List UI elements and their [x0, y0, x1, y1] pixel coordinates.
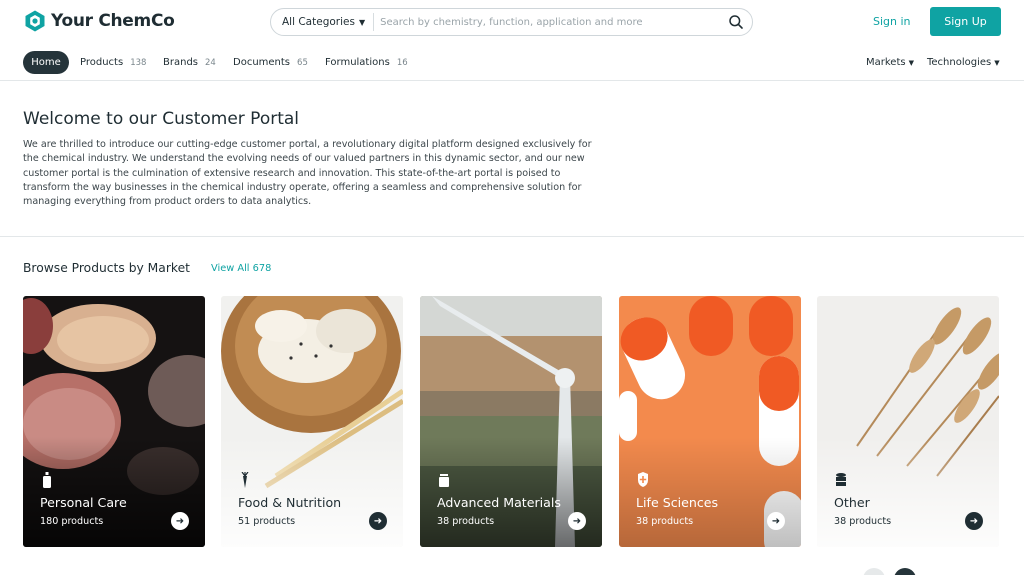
market-product-count: 180 products — [40, 516, 104, 527]
card-overlay — [221, 437, 403, 547]
carousel-next-button[interactable] — [894, 568, 916, 575]
nav-documents-count: 65 — [297, 57, 308, 68]
market-card-advanced-materials[interactable]: Advanced Materials 38 products ➜ — [420, 296, 602, 547]
nav-markets-label: Markets — [866, 57, 906, 68]
search-icon[interactable] — [728, 14, 744, 30]
card-overlay — [817, 437, 999, 547]
category-select[interactable]: All Categories ▼ — [271, 13, 375, 31]
carousel-prev-button[interactable] — [863, 568, 885, 575]
nav-formulations[interactable]: Formulations 16 — [325, 51, 408, 74]
search-bar: All Categories ▼ — [270, 8, 753, 36]
arrow-right-icon[interactable]: ➜ — [568, 512, 586, 530]
browse-markets-heading: Browse Products by Market — [23, 261, 190, 275]
search-input[interactable] — [374, 16, 728, 28]
market-product-count: 38 products — [834, 516, 892, 527]
market-card-food-nutrition[interactable]: Food & Nutrition 51 products ➜ — [221, 296, 403, 547]
sign-in-link[interactable]: Sign in — [873, 15, 911, 28]
nav-formulations-label: Formulations — [325, 57, 390, 68]
logo-mark-icon — [25, 10, 45, 32]
nav-brands-label: Brands — [163, 57, 198, 68]
arrow-right-icon[interactable]: ➜ — [171, 512, 189, 530]
market-product-count: 38 products — [437, 516, 495, 527]
main-nav: Home Products 138 Brands 24 Documents 65… — [0, 51, 1024, 81]
logo-text: Your ChemCo — [51, 11, 175, 31]
view-all-link[interactable]: View All 678 — [211, 263, 271, 274]
card-overlay — [23, 437, 205, 547]
market-card-life-sciences[interactable]: Life Sciences 38 products ➜ — [619, 296, 801, 547]
carrot-icon — [241, 472, 249, 488]
sign-up-button[interactable]: Sign Up — [930, 7, 1001, 36]
arrow-right-icon[interactable]: ➜ — [767, 512, 785, 530]
chevron-down-icon: ▼ — [994, 58, 1000, 67]
market-card-personal-care[interactable]: Personal Care 180 products ➜ — [23, 296, 205, 547]
bottle-icon — [43, 472, 51, 488]
database-icon — [836, 473, 846, 486]
card-overlay — [619, 437, 801, 547]
market-product-count: 51 products — [238, 516, 296, 527]
market-name: Life Sciences — [636, 495, 719, 510]
welcome-description: We are thrilled to introduce our cutting… — [23, 139, 592, 208]
nav-products[interactable]: Products 138 — [80, 51, 146, 74]
nav-brands[interactable]: Brands 24 — [163, 51, 216, 74]
nav-documents-label: Documents — [233, 57, 291, 68]
category-select-label: All Categories — [282, 16, 355, 28]
logo[interactable]: Your ChemCo — [23, 9, 175, 33]
nav-brands-count: 24 — [205, 57, 216, 68]
nav-products-label: Products — [80, 57, 124, 68]
chevron-down-icon: ▼ — [358, 17, 366, 27]
chevron-down-icon: ▼ — [908, 58, 914, 67]
shield-plus-icon — [638, 472, 648, 487]
market-name: Personal Care — [40, 495, 127, 510]
nav-technologies-dropdown[interactable]: Technologies ▼ — [927, 51, 1000, 74]
nav-documents[interactable]: Documents 65 — [233, 51, 308, 74]
section-divider — [0, 236, 1024, 237]
arrow-right-icon[interactable]: ➜ — [965, 512, 983, 530]
nav-markets-dropdown[interactable]: Markets ▼ — [866, 51, 914, 74]
arrow-right-icon[interactable]: ➜ — [369, 512, 387, 530]
market-product-count: 38 products — [636, 516, 694, 527]
market-name: Advanced Materials — [437, 495, 561, 510]
nav-home[interactable]: Home — [23, 51, 69, 74]
nav-technologies-label: Technologies — [927, 57, 992, 68]
header: Your ChemCo All Categories ▼ Sign in Sig… — [0, 0, 1024, 44]
welcome-title: Welcome to our Customer Portal — [23, 109, 300, 129]
market-card-other[interactable]: Other 38 products ➜ — [817, 296, 999, 547]
card-overlay — [420, 437, 602, 547]
nav-products-count: 138 — [130, 57, 147, 68]
market-name: Food & Nutrition — [238, 495, 342, 510]
container-icon — [439, 474, 449, 487]
nav-formulations-count: 16 — [396, 57, 408, 68]
market-name: Other — [834, 495, 870, 510]
